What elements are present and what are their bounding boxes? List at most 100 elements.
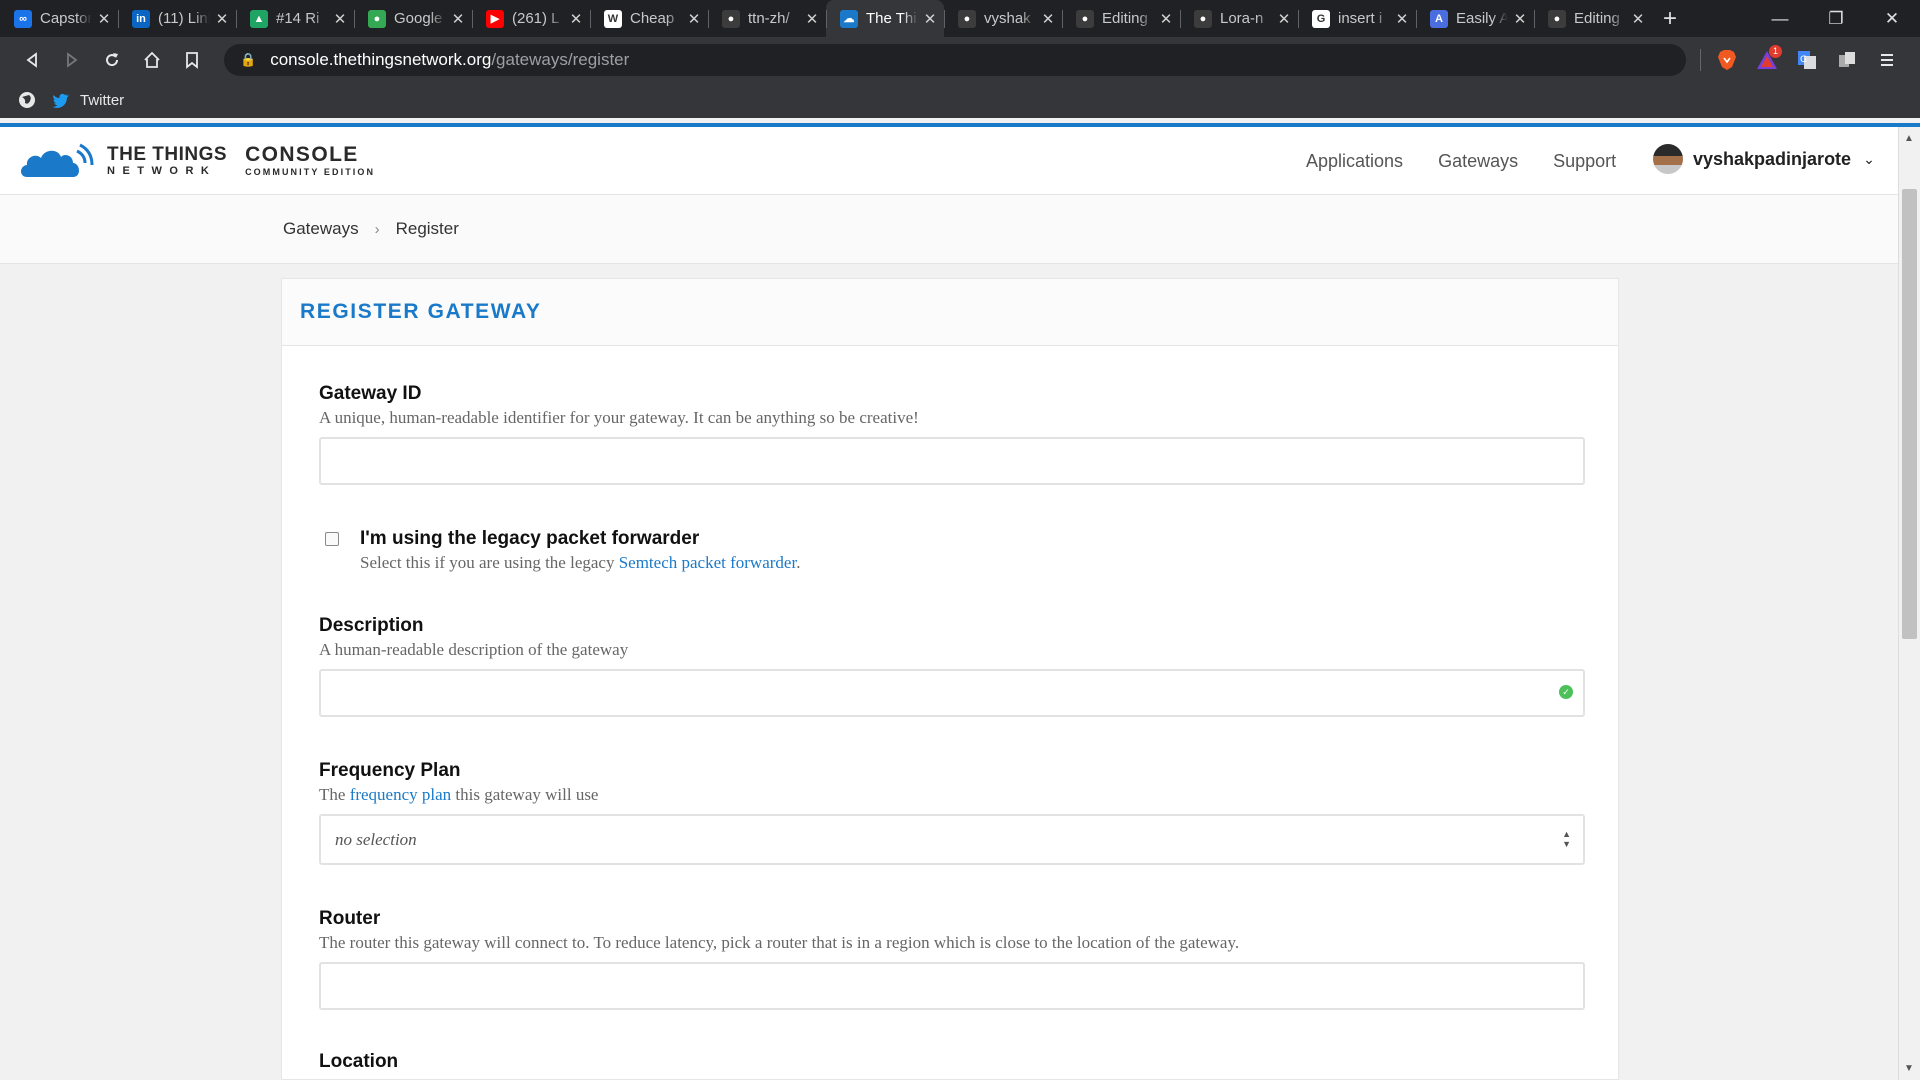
tab-close-icon[interactable]: ✕ [804,10,820,28]
tab-close-icon[interactable]: ✕ [450,10,466,28]
description-help: A human-readable description of the gate… [319,640,629,659]
tab-title: Capstone [40,10,92,27]
extension-puzzle-button[interactable] [1827,42,1867,78]
browser-tab[interactable]: A Easily A ✕ [1416,0,1534,37]
browser-tab[interactable]: Ginsert i ✕ [1298,0,1416,37]
translate-extension-button[interactable]: G [1787,42,1827,78]
brand-bottom-text: NETWORK [107,165,217,177]
browser-tab[interactable]: ∞ Capstone✕ [0,0,118,37]
close-window-button[interactable]: ✕ [1864,0,1920,37]
browser-tab[interactable]: ● Editing ✕ [1062,0,1180,37]
freq-desc-prefix: The [319,785,350,804]
tab-close-icon[interactable]: ✕ [1512,10,1528,28]
browser-toolbar: 🔒 console.thethingsnetwork.org/gateways/… [0,37,1920,82]
tab-close-icon[interactable]: ✕ [922,10,938,28]
legacy-forwarder-text: I'm using the legacy packet forwarder Se… [360,528,800,573]
tab-favicon-icon: ▶ [486,9,504,28]
chevron-right-icon: › [374,220,380,238]
translate-icon: G [1798,50,1816,69]
tab-favicon-icon: A [1430,9,1448,28]
new-tab-button[interactable]: + [1652,0,1688,37]
router-input[interactable] [319,962,1585,1010]
forward-icon [67,51,78,68]
breadcrumb-gateways[interactable]: Gateways [283,219,359,239]
scroll-down-icon[interactable]: ▼ [1904,1063,1914,1074]
tab-favicon-icon: ● [1076,9,1094,28]
restore-button[interactable]: ❐ [1808,0,1864,37]
apps-globe-icon[interactable] [18,91,36,109]
legacy-forwarder-checkbox[interactable] [325,532,339,546]
tab-title: Google [394,10,443,27]
tab-title: Cheap [630,10,675,27]
page-title: REGISTER GATEWAY [300,300,542,323]
tab-close-icon[interactable]: ✕ [214,10,230,28]
console-title: CONSOLE [245,143,359,166]
bookmarks-bar: Twitter [0,82,1920,118]
user-menu[interactable]: vyshakpadinjarote ⌄ [1653,144,1875,174]
url-path: /gateways/register [491,49,630,69]
tab-close-icon[interactable]: ✕ [568,10,584,28]
tab-favicon-icon: ▲ [250,9,268,28]
tab-close-icon[interactable]: ✕ [1040,10,1056,28]
browser-tab[interactable]: ● Editing ✕ [1534,0,1652,37]
bookmark-item[interactable]: Twitter [52,92,124,109]
forward-button[interactable] [52,40,92,80]
bookmark-page-button[interactable] [172,40,212,80]
scroll-up-icon[interactable]: ▲ [1904,133,1914,144]
scrollbar-thumb[interactable] [1902,189,1917,639]
legacy-desc-prefix: Select this if you are using the legacy [360,553,619,572]
browser-menu-button[interactable] [1867,42,1907,78]
tab-close-icon[interactable]: ✕ [332,10,348,28]
brave-shields-button[interactable] [1707,42,1747,78]
browser-tab[interactable]: ▶ (261) L ✕ [472,0,590,37]
home-button[interactable] [132,40,172,80]
tab-close-icon[interactable]: ✕ [1276,10,1292,28]
semtech-link[interactable]: Semtech packet forwarder [619,553,796,572]
gateway-id-input[interactable] [319,437,1585,485]
address-bar[interactable]: 🔒 console.thethingsnetwork.org/gateways/… [224,43,1686,76]
svg-text:G: G [1800,55,1807,65]
brave-lion-icon [1718,49,1736,70]
page-scrollbar[interactable]: ▲ ▼ [1898,127,1920,1080]
toolbar-separator [1700,48,1701,71]
browser-tab[interactable]: ● Google ✕ [354,0,472,37]
ttn-logo[interactable]: THE THINGS NETWORK CONSOLE COMMUNITY EDI… [19,141,375,181]
browser-tab[interactable]: in (11) LinkedIn✕ [118,0,236,37]
nav-applications[interactable]: Applications [1306,151,1403,172]
browser-tab[interactable]: ● vyshak ✕ [944,0,1062,37]
browser-tab[interactable]: ▲ #14 Ri ✕ [236,0,354,37]
bookmark-label: Twitter [80,91,125,109]
description-input[interactable]: ✓ [319,669,1585,717]
brave-rewards-button[interactable]: 1 [1747,42,1787,78]
reload-button[interactable] [92,40,132,80]
frequency-plan-link[interactable]: frequency plan [350,785,451,804]
tab-close-icon[interactable]: ✕ [1158,10,1174,28]
nav-support[interactable]: Support [1553,151,1616,172]
tab-title: insert i [1338,10,1383,27]
frequency-plan-select[interactable]: no selection ▲ ▼ [319,814,1585,865]
register-gateway-card: REGISTER GATEWAY Gateway ID A unique, hu… [281,278,1619,1080]
tab-list: ∞Capstone✕in(11) LinkedIn✕▲#14 Ri✕ ● Googl… [0,0,1652,37]
legacy-forwarder-description: Select this if you are using the legacy … [360,553,800,573]
avatar [1653,144,1683,174]
tab-close-icon[interactable]: ✕ [1394,10,1410,28]
gateway-id-field: Gateway ID A unique, human-readable iden… [319,383,1585,485]
gateway-id-label: Gateway ID [319,383,422,404]
tab-close-icon[interactable]: ✕ [96,10,112,28]
rewards-badge: 1 [1768,44,1782,58]
browser-tab[interactable]: W Cheap ✕ [590,0,708,37]
check-valid-icon: ✓ [1559,685,1573,699]
browser-tab[interactable]: ☁ The Things✕ [826,0,944,37]
minimize-button[interactable]: — [1752,0,1808,37]
tab-title: Editing [1102,10,1148,27]
chevron-down-icon: ⌄ [1863,150,1875,167]
nav-gateways[interactable]: Gateways [1438,151,1518,172]
tab-close-icon[interactable]: ✕ [1630,10,1646,28]
back-button[interactable] [12,40,52,80]
browser-tab[interactable]: ● ttn-zh/ ✕ [708,0,826,37]
tab-favicon-icon: W [604,9,622,28]
browser-tab[interactable]: ● Lora-n ✕ [1180,0,1298,37]
frequency-plan-value: no selection [335,829,417,849]
console-wordmark: CONSOLE COMMUNITY EDITION [245,144,375,178]
tab-close-icon[interactable]: ✕ [686,10,702,28]
